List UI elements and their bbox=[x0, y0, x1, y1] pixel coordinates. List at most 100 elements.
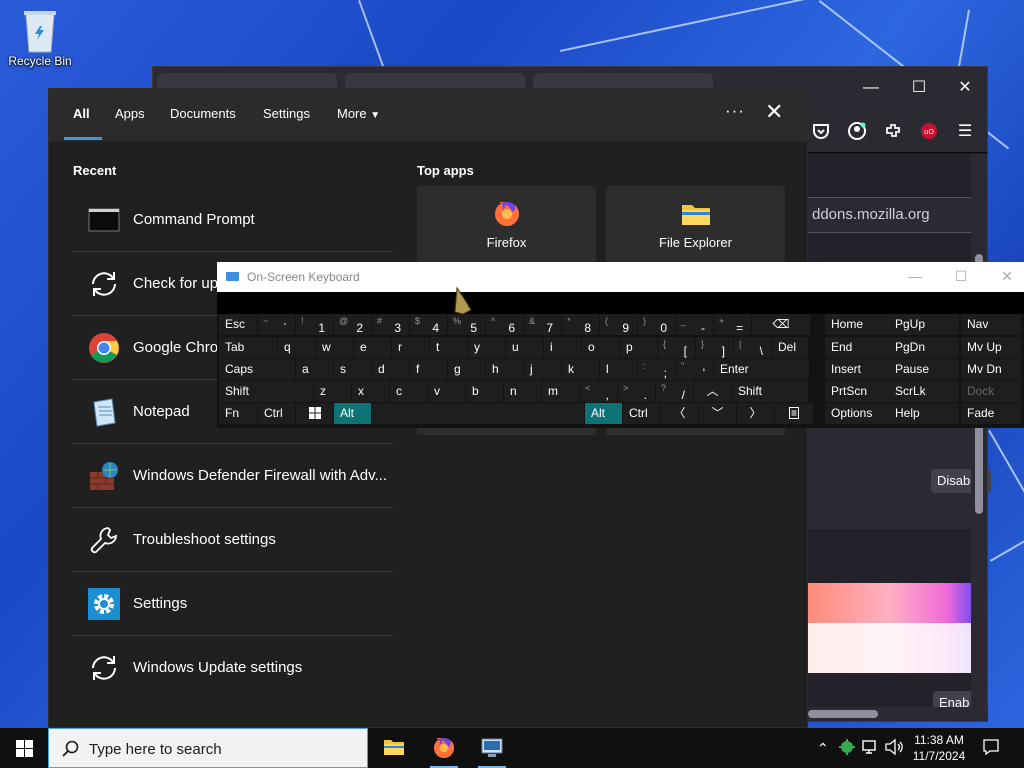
network-icon[interactable] bbox=[861, 738, 879, 759]
rdp-taskbar-button[interactable] bbox=[468, 728, 516, 768]
taskbar-search-box[interactable]: Type here to search bbox=[48, 728, 368, 768]
key-caps[interactable]: Caps bbox=[219, 359, 295, 380]
key-1[interactable]: ! 1 bbox=[296, 314, 333, 335]
recent-item[interactable]: Troubleshoot settings bbox=[73, 508, 393, 572]
key-fade[interactable]: Fade bbox=[961, 403, 1021, 424]
maximize-icon[interactable]: ☐ bbox=[951, 268, 971, 285]
close-icon[interactable]: ✕ bbox=[947, 75, 983, 101]
key-shift[interactable]: Shift bbox=[732, 381, 808, 402]
key-[interactable]: >. bbox=[618, 381, 655, 402]
key-m[interactable]: m bbox=[542, 381, 579, 402]
notifications-icon[interactable] bbox=[982, 738, 1000, 759]
key-e[interactable]: e bbox=[354, 337, 391, 358]
key-j[interactable]: j bbox=[524, 359, 561, 380]
key-6[interactable]: ^ 6 bbox=[486, 314, 523, 335]
vertical-scrollbar[interactable] bbox=[971, 154, 987, 707]
key-o[interactable]: o bbox=[582, 337, 619, 358]
key-d[interactable]: d bbox=[372, 359, 409, 380]
key-tab[interactable]: Tab bbox=[219, 337, 277, 358]
recent-item[interactable]: Windows Update settings bbox=[73, 636, 393, 700]
space-key[interactable] bbox=[372, 403, 584, 424]
key-r[interactable]: r bbox=[392, 337, 429, 358]
key-n[interactable]: n bbox=[504, 381, 541, 402]
key-fn[interactable]: Fn bbox=[219, 403, 257, 424]
key-alt[interactable]: Alt bbox=[334, 403, 371, 424]
key-alt[interactable]: Alt bbox=[585, 403, 622, 424]
extensions-icon[interactable] bbox=[883, 122, 903, 142]
menu-key[interactable] bbox=[775, 403, 813, 424]
key-prtscn[interactable]: PrtScn bbox=[825, 381, 891, 402]
key-a[interactable]: a bbox=[296, 359, 333, 380]
tab-documents[interactable]: Documents bbox=[170, 106, 236, 121]
recent-item[interactable]: Settings bbox=[73, 572, 393, 636]
key-dock[interactable]: Dock bbox=[961, 381, 1021, 402]
key-x[interactable]: x bbox=[352, 381, 389, 402]
key-scrlk[interactable]: ScrLk bbox=[889, 381, 959, 402]
key-shift[interactable]: Shift bbox=[219, 381, 313, 402]
key-k[interactable]: k bbox=[562, 359, 599, 380]
key-v[interactable]: v bbox=[428, 381, 465, 402]
key-pgdn[interactable]: PgDn bbox=[889, 337, 959, 358]
windows-key[interactable] bbox=[296, 403, 333, 424]
key-u[interactable]: u bbox=[506, 337, 543, 358]
recent-item[interactable]: Command Prompt bbox=[73, 188, 393, 252]
key-4[interactable]: $4 bbox=[410, 314, 447, 335]
key-[interactable]: _ - bbox=[676, 314, 713, 335]
key-pause[interactable]: Pause bbox=[889, 359, 959, 380]
key-s[interactable]: s bbox=[334, 359, 371, 380]
minimize-icon[interactable]: — bbox=[905, 268, 925, 284]
key-p[interactable]: p bbox=[620, 337, 657, 358]
key-9[interactable]: (9 bbox=[600, 314, 637, 335]
more-options-icon[interactable]: ··· bbox=[725, 101, 745, 121]
key-ctrl[interactable]: Ctrl bbox=[623, 403, 660, 424]
key-insert[interactable]: Insert bbox=[825, 359, 891, 380]
key-pgup[interactable]: PgUp bbox=[889, 314, 959, 335]
key-[interactable]: :; bbox=[638, 359, 675, 380]
clock[interactable]: 11:38 AM 11/7/2024 bbox=[904, 732, 974, 764]
chevron-up-icon[interactable]: ⌃ bbox=[817, 740, 829, 757]
close-icon[interactable]: ✕ bbox=[997, 268, 1017, 285]
security-icon[interactable] bbox=[838, 738, 856, 759]
tab-more[interactable]: More ▼ bbox=[337, 106, 380, 121]
key-enter[interactable]: Enter bbox=[714, 359, 809, 380]
key-w[interactable]: w bbox=[316, 337, 353, 358]
key-g[interactable]: g bbox=[448, 359, 485, 380]
key-b[interactable]: b bbox=[466, 381, 503, 402]
key-z[interactable]: z bbox=[314, 381, 351, 402]
horizontal-scrollbar[interactable] bbox=[808, 707, 988, 721]
key-mvup[interactable]: Mv Up bbox=[961, 337, 1021, 358]
key-h[interactable]: h bbox=[486, 359, 523, 380]
key-c[interactable]: c bbox=[390, 381, 427, 402]
key-[interactable]: ︿ bbox=[694, 381, 731, 402]
key-l[interactable]: l bbox=[600, 359, 637, 380]
key-home[interactable]: Home bbox=[825, 314, 891, 335]
hamburger-menu-icon[interactable]: ☰ bbox=[955, 122, 975, 142]
tab-all[interactable]: All bbox=[73, 106, 90, 121]
key-0[interactable]: ) 0 bbox=[638, 314, 675, 335]
osk-titlebar[interactable]: On-Screen Keyboard — ☐ ✕ bbox=[217, 262, 1024, 292]
key-nav[interactable]: Nav bbox=[961, 314, 1021, 335]
key-2[interactable]: @2 bbox=[334, 314, 371, 335]
url-text[interactable]: ddons.mozilla.org bbox=[805, 197, 973, 233]
maximize-icon[interactable]: ☐ bbox=[901, 75, 937, 101]
tab-settings[interactable]: Settings bbox=[263, 106, 310, 121]
key-f[interactable]: f bbox=[410, 359, 447, 380]
close-icon[interactable]: ✕ bbox=[765, 99, 783, 125]
key-help[interactable]: Help bbox=[889, 403, 959, 424]
firefox-taskbar-button[interactable] bbox=[420, 728, 468, 768]
key-[interactable]: ~ ` bbox=[258, 314, 295, 335]
key-options[interactable]: Options bbox=[825, 403, 891, 424]
key-ctrl[interactable]: Ctrl bbox=[258, 403, 295, 424]
key-[interactable]: {[ bbox=[658, 337, 695, 358]
key-[interactable]: | \ bbox=[734, 337, 771, 358]
key-end[interactable]: End bbox=[825, 337, 891, 358]
recent-item[interactable]: Windows Defender Firewall with Adv... bbox=[73, 444, 393, 508]
recycle-bin-shortcut[interactable]: Recycle Bin bbox=[4, 6, 76, 68]
key-[interactable]: <, bbox=[580, 381, 617, 402]
key-3[interactable]: #3 bbox=[372, 314, 409, 335]
top-app-card[interactable]: File Explorer bbox=[606, 186, 785, 264]
key-esc[interactable]: Esc bbox=[219, 314, 257, 335]
key-[interactable]: }] bbox=[696, 337, 733, 358]
key-[interactable]: ? / bbox=[656, 381, 693, 402]
start-button[interactable] bbox=[0, 728, 48, 768]
